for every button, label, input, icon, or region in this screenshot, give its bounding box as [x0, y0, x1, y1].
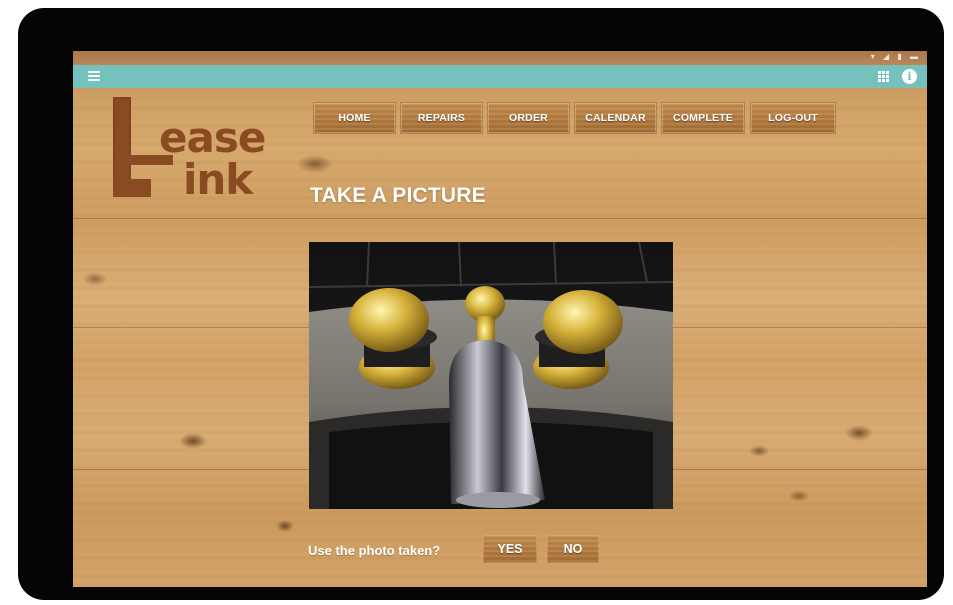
app-bar: i [73, 65, 927, 88]
nav-complete-button[interactable]: COMPLETE [662, 103, 744, 133]
logo-letter-l-foot [113, 179, 151, 197]
apps-grid-icon[interactable] [878, 71, 889, 82]
nav-logout-button[interactable]: LOG-OUT [751, 103, 835, 133]
wood-plank-seam [73, 218, 927, 219]
no-button[interactable]: NO [547, 535, 599, 563]
status-icons: ▾ ◢ ▮ ▬ [870, 52, 921, 61]
hamburger-menu-icon[interactable] [88, 71, 100, 81]
sink-faucet-photo [309, 242, 673, 509]
tablet-frame: ▾ ◢ ▮ ▬ i ease ink HOME REPAIRS ORDER CA… [18, 8, 944, 600]
lease-link-logo: ease ink [113, 97, 273, 207]
page-title: TAKE A PICTURE [310, 184, 486, 207]
yes-button[interactable]: YES [483, 535, 537, 563]
captured-photo [309, 242, 673, 509]
status-bar: ▾ ◢ ▮ ▬ [73, 51, 927, 65]
app-screen: ▾ ◢ ▮ ▬ i ease ink HOME REPAIRS ORDER CA… [73, 51, 927, 587]
nav-calendar-button[interactable]: CALENDAR [575, 103, 656, 133]
nav-order-button[interactable]: ORDER [488, 103, 569, 133]
info-icon[interactable]: i [902, 69, 917, 84]
logo-word-link: ink [183, 155, 253, 204]
nav-home-button[interactable]: HOME [314, 103, 395, 133]
nav-repairs-button[interactable]: REPAIRS [401, 103, 482, 133]
logo-word-lease: ease [159, 113, 266, 162]
confirm-question: Use the photo taken? [308, 543, 441, 558]
